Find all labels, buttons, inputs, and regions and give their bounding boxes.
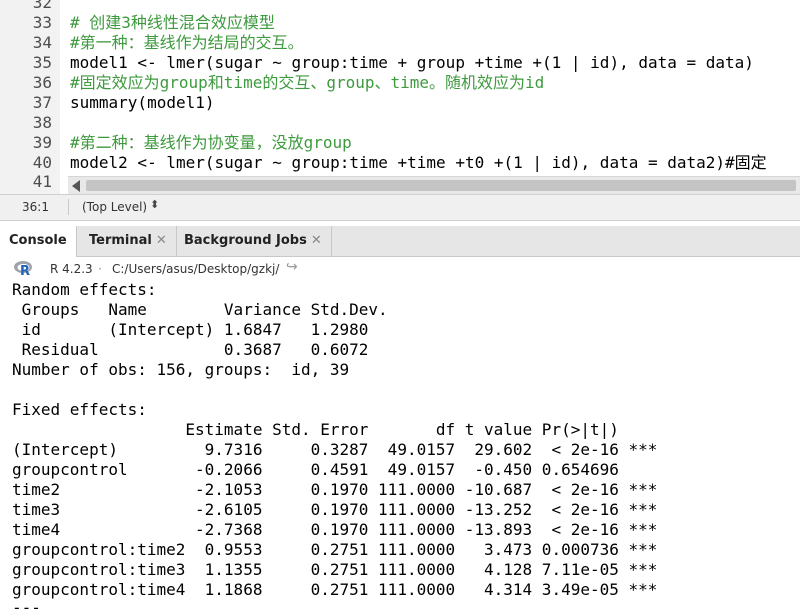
tab-console[interactable]: Console [0,226,77,257]
tab-label: Terminal [89,233,152,248]
tab-terminal[interactable]: Terminal ✕ [80,226,177,256]
editor-line[interactable]: 36 #固定效应为group和time的交互、group、time。随机效应为i… [0,73,800,93]
console-line: Fixed effects: [12,400,147,419]
code-text[interactable]: summary(model1) [70,93,215,113]
source-editor[interactable]: 32 33 # 创建3种线性混合效应模型 34 #第一种：基线作为结局的交互。 … [0,0,800,194]
editor-line[interactable]: 33 # 创建3种线性混合效应模型 [0,13,800,33]
console-line: id (Intercept) 1.6847 1.2980 [12,320,388,339]
cursor-position: 36:1 [22,200,49,214]
console-line: time2 -2.1053 0.1970 111.0000 -10.687 < … [12,480,658,499]
console-line: time4 -2.7368 0.1970 111.0000 -13.893 < … [12,520,658,539]
close-icon[interactable]: ✕ [156,233,167,248]
editor-line[interactable]: 39 #第二种：基线作为协变量，没放group [0,133,800,153]
header-separator: · [98,262,102,276]
tab-background-jobs[interactable]: Background Jobs ✕ [175,226,332,256]
editor-line[interactable]: 34 #第一种：基线作为结局的交互。 [0,33,800,53]
console-line: (Intercept) 9.7316 0.3287 49.0157 29.602… [12,440,658,459]
line-number: 38 [32,113,52,132]
editor-line[interactable]: 35 model1 <- lmer(sugar ~ group:time + g… [0,53,800,73]
line-number: 34 [32,33,52,52]
line-number: 32 [32,0,52,12]
console-line: Number of obs: 156, groups: id, 39 [12,360,350,379]
console-pane-tabs: Console Terminal ✕ Background Jobs ✕ [0,226,800,257]
close-icon[interactable]: ✕ [311,233,322,248]
line-number: 35 [32,53,52,72]
console-line: groupcontrol:time4 1.1868 0.2751 111.000… [12,580,658,599]
editor-status-bar: 36:1 (Top Level) ⬍ [0,194,800,221]
line-number: 33 [32,13,52,32]
console-line: --- [12,598,41,611]
go-to-directory-icon[interactable]: ↪ [286,259,298,275]
console-line: Groups Name Variance Std.Dev. [12,300,388,319]
svg-text:R: R [20,264,30,276]
console-line: Estimate Std. Error df t value Pr(>|t|) [12,420,658,439]
console-line: groupcontrol:time3 1.1355 0.2751 111.000… [12,560,658,579]
horizontal-scrollbar[interactable] [68,176,800,194]
scope-selector[interactable]: (Top Level) [82,200,147,214]
console-line: groupcontrol -0.2066 0.4591 49.0157 -0.4… [12,460,658,479]
code-comment[interactable]: # 创建3种线性混合效应模型 [70,13,275,33]
editor-line[interactable]: 32 [0,0,800,13]
code-comment[interactable]: #第一种：基线作为结局的交互。 [70,33,304,53]
scrollbar-thumb[interactable] [86,180,796,191]
console-line: groupcontrol:time2 0.9553 0.2751 111.000… [12,540,658,559]
line-number: 39 [32,133,52,152]
console-line: Random effects: [12,280,157,299]
status-divider [68,199,69,215]
console-line: time3 -2.6105 0.1970 111.0000 -13.252 < … [12,500,658,519]
code-comment[interactable]: #第二种：基线作为协变量，没放group [70,133,352,153]
console-line: Residual 0.3687 0.6072 [12,340,388,359]
scroll-left-arrow-icon[interactable] [72,180,80,192]
r-version: R 4.2.3 [50,262,93,276]
line-number: 41 [32,172,52,191]
editor-line[interactable]: 37 summary(model1) [0,93,800,113]
code-comment[interactable]: #固定效应为group和time的交互、group、time。随机效应为id [70,73,544,93]
editor-line[interactable]: 40 model2 <- lmer(sugar ~ group:time +ti… [0,153,800,173]
tab-label: Background Jobs [184,233,307,248]
tab-label: Console [9,233,67,248]
working-directory[interactable]: C:/Users/asus/Desktop/gzkj/ [112,262,279,276]
console-output[interactable]: Random effects: Groups Name Variance Std… [0,280,800,611]
code-text[interactable]: model1 <- lmer(sugar ~ group:time + grou… [70,53,754,73]
line-number: 40 [32,153,52,172]
updown-arrow-icon[interactable]: ⬍ [150,198,159,211]
line-number: 36 [32,73,52,92]
editor-line[interactable]: 38 [0,113,800,133]
code-text[interactable]: model2 <- lmer(sugar ~ group:time +time … [70,153,767,173]
r-logo-icon: R [14,261,32,276]
line-number: 37 [32,93,52,112]
console-header: R R 4.2.3 · C:/Users/asus/Desktop/gzkj/ … [0,257,800,281]
